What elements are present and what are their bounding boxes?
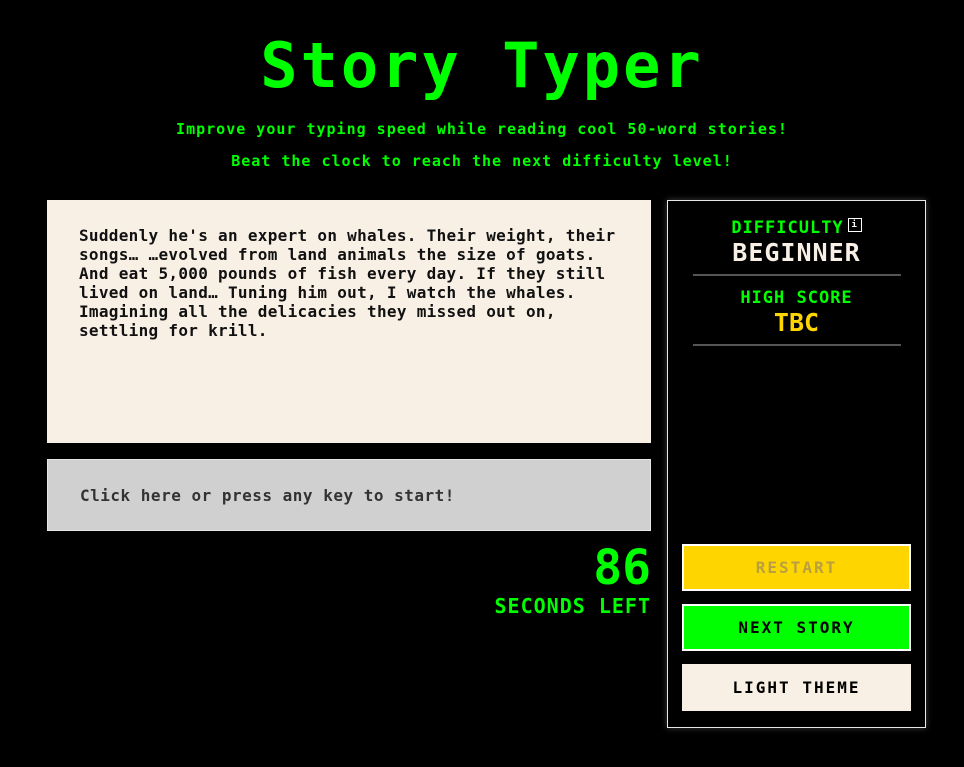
typing-start-prompt: Click here or press any key to start! <box>80 485 455 505</box>
info-icon[interactable]: i <box>847 218 862 232</box>
difficulty-value: BEGINNER <box>732 238 861 267</box>
difficulty-label: DIFFICULTY <box>731 218 844 238</box>
countdown-timer: 86 SECONDS LEFT <box>495 540 652 616</box>
story-text-panel: Suddenly he's an expert on whales. Their… <box>47 200 651 443</box>
typing-input-area[interactable]: Click here or press any key to start! <box>47 459 651 531</box>
subtitle-line-2: Beat the clock to reach the next difficu… <box>231 152 733 170</box>
next-story-button[interactable]: NEXT STORY <box>682 604 911 651</box>
restart-button[interactable]: RESTART <box>682 544 911 591</box>
subtitle-line-1: Improve your typing speed while reading … <box>176 120 788 138</box>
page: Story Typer Improve your typing speed wh… <box>0 0 964 767</box>
divider <box>692 274 901 276</box>
high-score-label: HIGH SCORE <box>740 288 853 308</box>
divider <box>692 344 901 346</box>
page-title: Story Typer <box>260 29 704 102</box>
difficulty-heading: DIFFICULTY i <box>668 218 925 238</box>
story-text: Suddenly he's an expert on whales. Their… <box>79 226 616 340</box>
seconds-left-value: 86 <box>593 540 651 596</box>
high-score-value: TBC <box>773 308 820 337</box>
light-theme-button[interactable]: LIGHT THEME <box>682 664 911 711</box>
seconds-left-label: SECONDS LEFT <box>494 594 651 618</box>
sidebar-panel: DIFFICULTY i BEGINNER HIGH SCORE TBC REST… <box>667 200 926 728</box>
